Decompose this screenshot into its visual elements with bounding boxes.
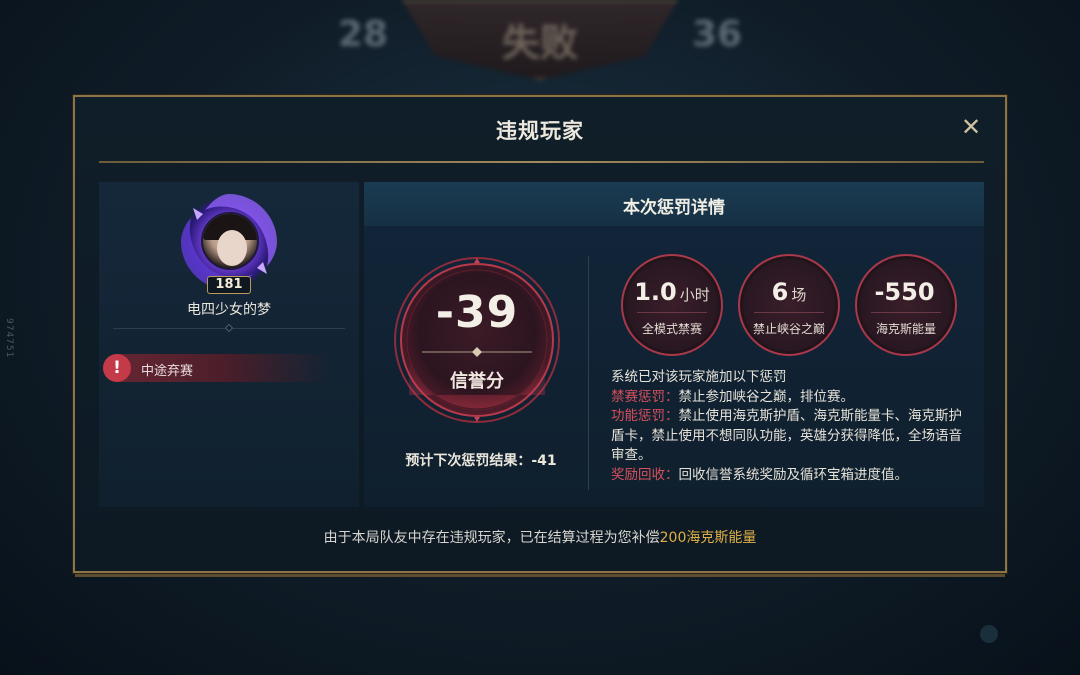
avatar-frame[interactable]: 181: [181, 194, 277, 294]
background-right-score: 36: [692, 14, 743, 55]
next-penalty-value: -41: [531, 453, 557, 469]
description-line-ban: 禁赛惩罚：禁止参加峡谷之巅，排位赛。: [611, 388, 971, 408]
penalty-panel: 本次惩罚详情 -39 信誉分 预计下次惩罚结果：-41 1.0 小时 全模式禁赛…: [364, 182, 984, 507]
dialog-title: 违规玩家: [496, 119, 584, 143]
violation-dialog: 违规玩家 ✕ 181 电四少女的梦 ! 中途弃赛 本次惩罚详情 -39 信誉分 …: [73, 95, 1007, 573]
side-id-text: 974751: [4, 318, 14, 359]
compensation-text: 由于本局队友中存在违规玩家，已在结算过程为您补偿: [323, 530, 660, 546]
description-text: 禁止参加峡谷之巅，排位赛。: [678, 388, 855, 405]
credit-score-ring: -39 信誉分: [392, 255, 562, 425]
stat-value: 6场: [771, 278, 807, 306]
stat-label: 海克斯能量: [875, 322, 936, 336]
credit-score-value: -39: [435, 287, 519, 338]
violation-label: 中途弃赛: [141, 364, 194, 379]
description-line-function: 功能惩罚：禁止使用海克斯护盾、海克斯能量卡、海克斯护盾卡，禁止使用不想同队功能，…: [611, 407, 971, 466]
stat-divider: [754, 312, 824, 313]
stat-ban-hours: 1.0 小时 全模式禁赛: [621, 254, 723, 356]
background-left-score: 28: [338, 14, 389, 55]
compensation-note: 由于本局队友中存在违规玩家，已在结算过程为您补偿200海克斯能量: [75, 527, 1005, 547]
stat-label: 全模式禁赛: [641, 322, 702, 336]
next-penalty-result: 预计下次惩罚结果：-41: [386, 450, 576, 470]
stat-label: 禁止峡谷之巅: [752, 322, 825, 336]
player-name: 电四少女的梦: [187, 302, 271, 318]
score-ring-graphic: [394, 257, 560, 423]
background-result-title: 失败: [501, 21, 578, 65]
credit-score-label: 信誉分: [450, 371, 504, 392]
avatar: [201, 212, 259, 270]
title-divider: [99, 161, 984, 163]
panel-separator: [588, 256, 589, 490]
penalty-description: 系统已对该玩家施加以下惩罚 禁赛惩罚：禁止参加峡谷之巅，排位赛。 功能惩罚：禁止…: [611, 368, 971, 485]
penalty-header: 本次惩罚详情: [364, 182, 984, 226]
next-penalty-label: 预计下次惩罚结果：: [405, 453, 532, 469]
background-scoreboard: 28 失败 36: [0, 0, 1080, 95]
level-badge: 181: [207, 276, 251, 294]
description-intro: 系统已对该玩家施加以下惩罚: [611, 369, 787, 385]
exclamation-icon: !: [103, 354, 131, 382]
description-line-reward: 奖励回收：回收信誉系统奖励及循环宝箱进度值。: [611, 466, 971, 486]
compensation-amount: 200海克斯能量: [659, 530, 757, 546]
stat-summit-games: 6场 禁止峡谷之巅: [738, 254, 840, 356]
stat-hextech-energy: -550 海克斯能量: [855, 254, 957, 356]
card-divider-ornament: [224, 323, 234, 333]
description-tag: 功能惩罚：: [611, 408, 679, 424]
violation-tag: ! 中途弃赛: [103, 354, 329, 382]
player-card: 181 电四少女的梦 ! 中途弃赛: [99, 182, 359, 507]
stat-value: 1.0 小时: [634, 278, 710, 306]
description-tag: 奖励回收：: [611, 466, 679, 483]
close-icon[interactable]: ✕: [959, 115, 983, 139]
avatar-face: [217, 230, 247, 266]
background-dot: [980, 625, 998, 643]
description-tag: 禁赛惩罚：: [611, 388, 679, 405]
stat-value: -550: [874, 278, 935, 306]
description-text: 回收信誉系统奖励及循环宝箱进度值。: [678, 466, 909, 483]
penalty-title: 本次惩罚详情: [623, 198, 725, 218]
background-result-banner: 失败: [402, 0, 678, 80]
stat-divider: [637, 312, 707, 313]
stat-divider: [871, 312, 941, 313]
